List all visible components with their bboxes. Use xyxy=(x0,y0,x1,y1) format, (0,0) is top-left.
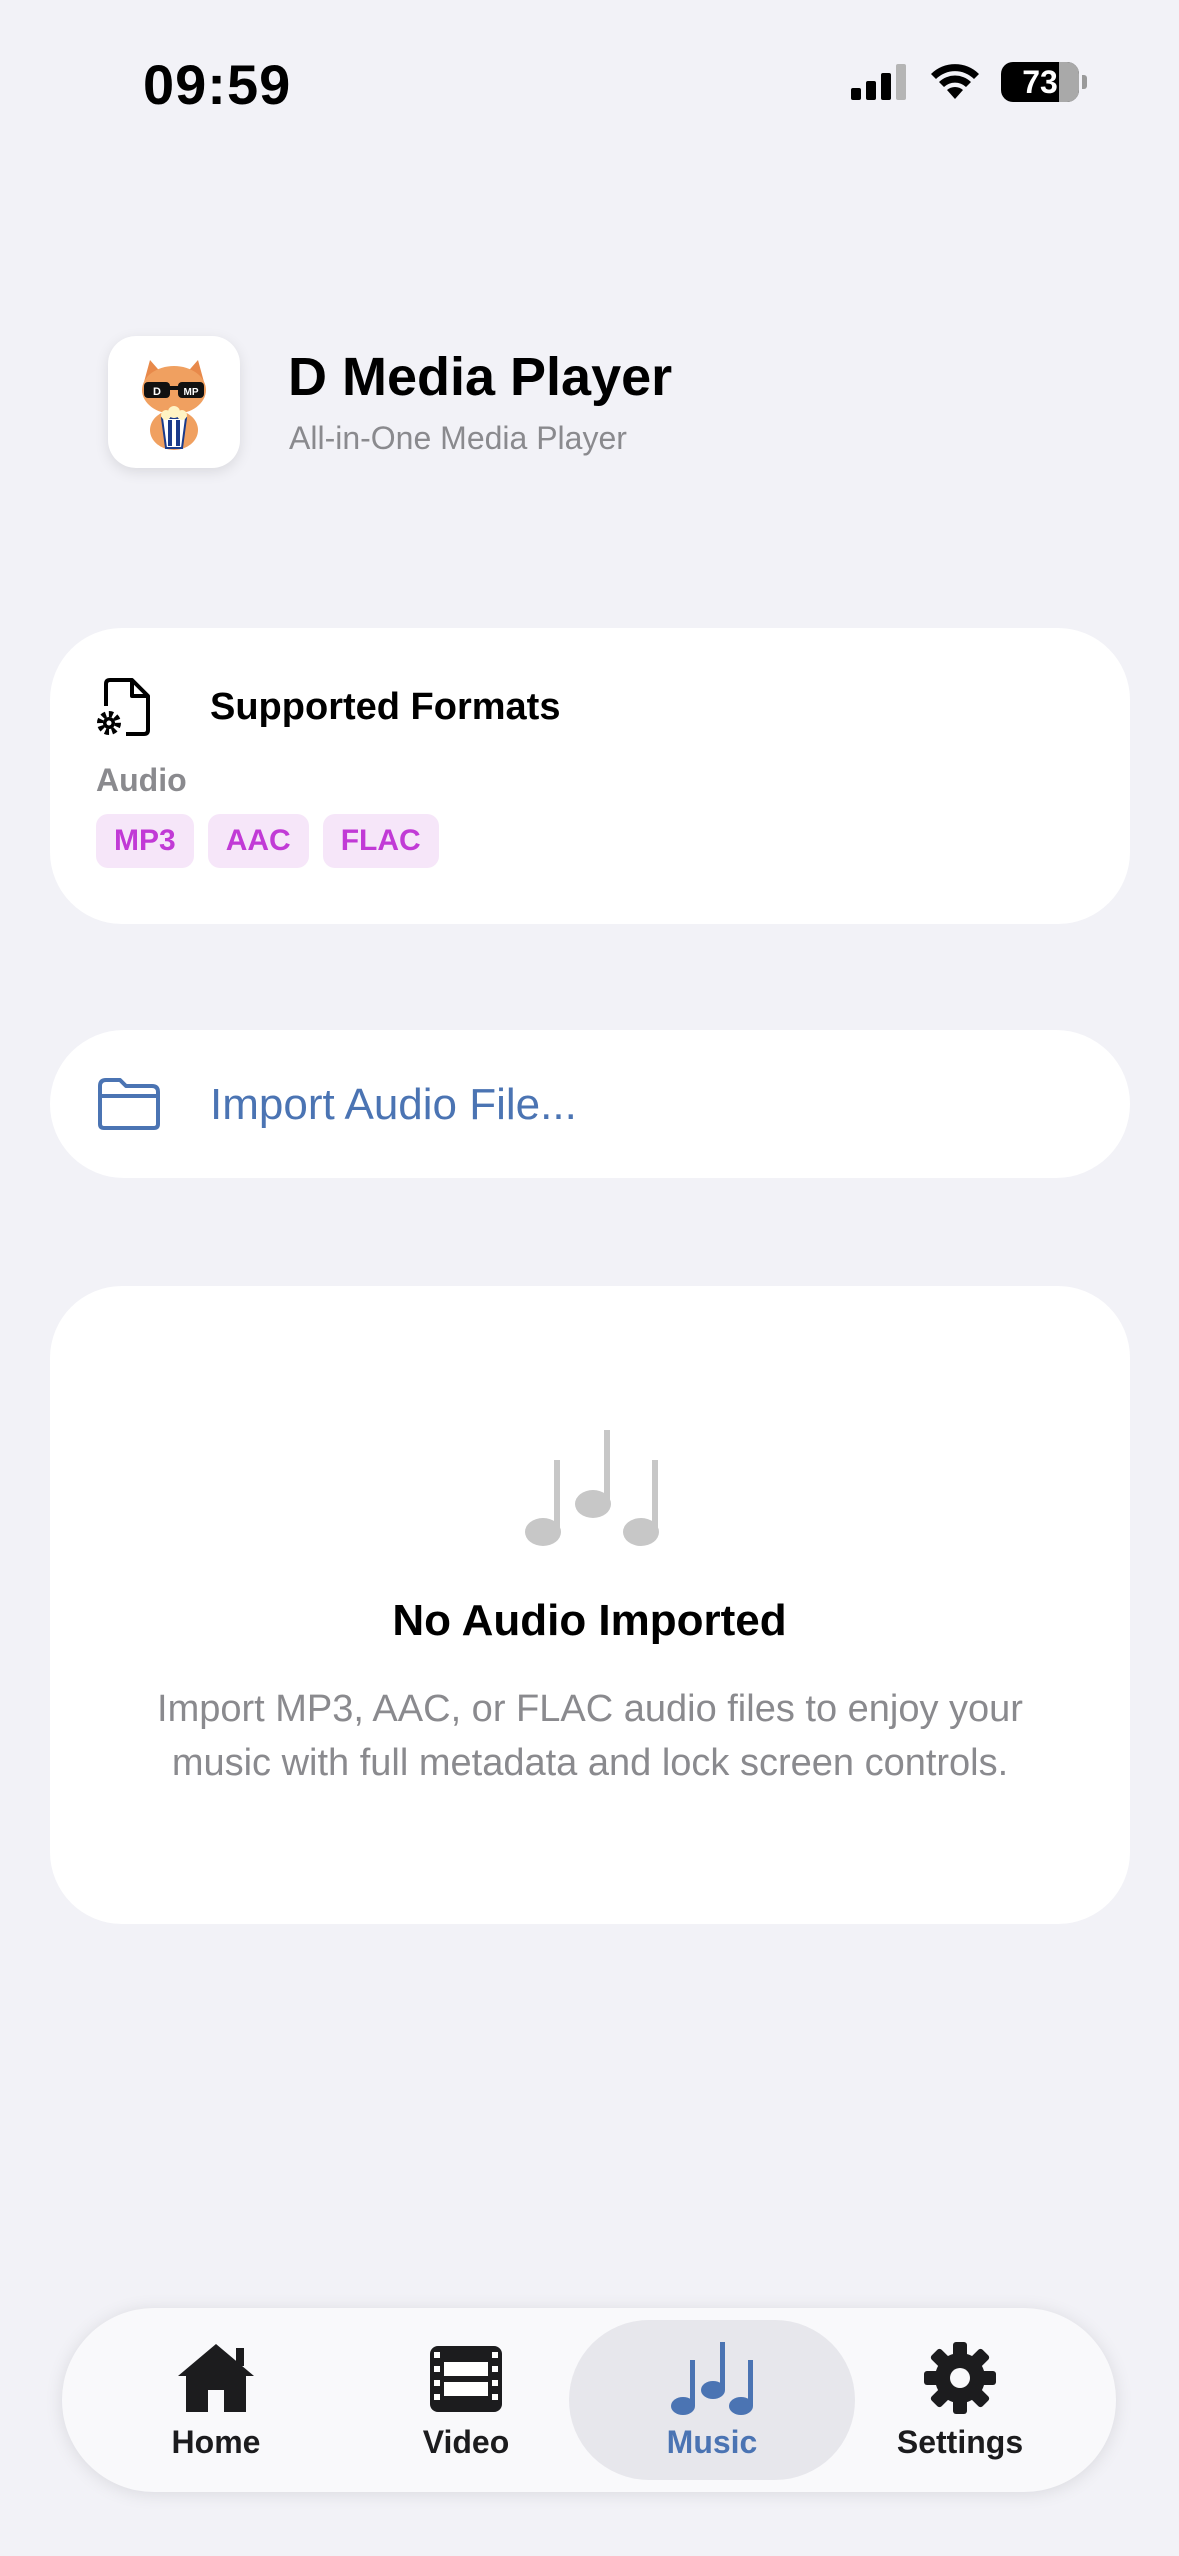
app-logo: D MP xyxy=(108,336,240,468)
document-gear-icon xyxy=(97,678,150,736)
format-chip: MP3 xyxy=(96,814,194,868)
cellular-signal-icon xyxy=(851,64,906,100)
status-time: 09:59 xyxy=(143,53,292,116)
tab-home-label: Home xyxy=(171,2424,261,2460)
tab-settings[interactable]: Settings xyxy=(860,2340,1060,2461)
tab-home[interactable]: Home xyxy=(116,2340,316,2461)
gear-icon xyxy=(924,2342,996,2414)
format-category-label: Audio xyxy=(96,762,187,798)
import-audio-label[interactable]: Import Audio File... xyxy=(210,1080,577,1130)
svg-text:D: D xyxy=(153,386,161,398)
tab-video[interactable]: Video xyxy=(366,2340,566,2461)
card-title: Supported Formats xyxy=(210,686,561,728)
format-chip-list: MP3 AAC FLAC xyxy=(96,814,439,868)
film-icon xyxy=(430,2346,502,2412)
empty-state-title: No Audio Imported xyxy=(392,1596,787,1645)
status-icons: 73 xyxy=(851,62,1087,102)
supported-formats-card xyxy=(50,628,1130,924)
app-title: D Media Player xyxy=(288,347,673,407)
empty-state-description: Import MP3, AAC, or FLAC audio files to … xyxy=(157,1688,1023,1784)
tab-settings-label: Settings xyxy=(896,2424,1024,2460)
svg-text:MP: MP xyxy=(184,387,199,398)
folder-icon xyxy=(98,1078,160,1130)
wifi-icon xyxy=(931,64,979,99)
format-chip: AAC xyxy=(207,814,309,868)
battery-level: 73 xyxy=(1022,63,1058,100)
format-chip: FLAC xyxy=(322,814,439,868)
tab-music-label: Music xyxy=(666,2424,758,2460)
house-icon xyxy=(178,2344,254,2412)
app-subtitle: All-in-One Media Player xyxy=(289,420,627,456)
tab-music[interactable]: Music xyxy=(612,2340,812,2461)
music-notes-icon xyxy=(671,2342,753,2415)
music-notes-icon xyxy=(525,1430,659,1546)
cat-mascot-icon: D MP xyxy=(142,360,206,450)
tab-video-label: Video xyxy=(422,2424,510,2460)
battery-indicator: 73 xyxy=(1001,62,1087,102)
